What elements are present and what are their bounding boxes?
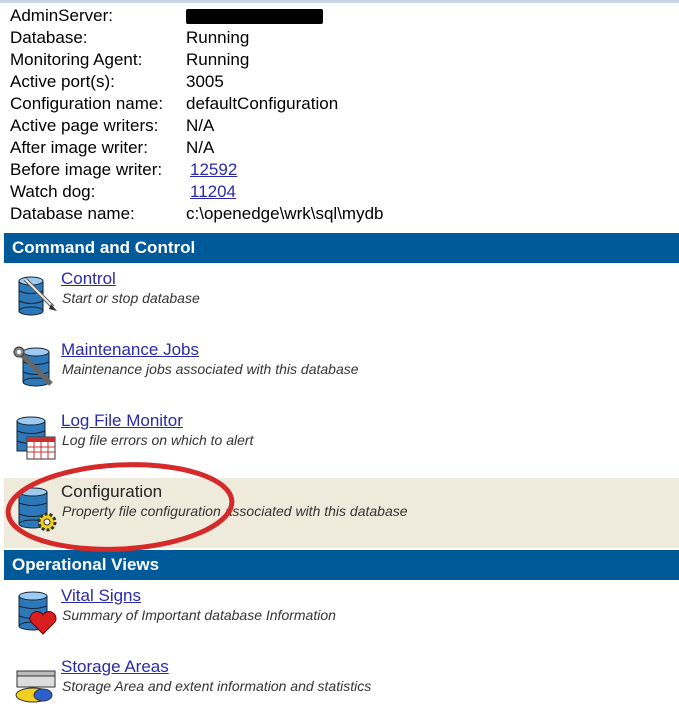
property-label: Database name:	[10, 204, 135, 223]
storage-disk-icon	[15, 670, 56, 703]
property-label: Active page writers:	[10, 116, 159, 135]
property-label: Watch dog:	[10, 182, 96, 201]
item-description: Log file errors on which to alert	[62, 432, 254, 448]
property-value: N/A	[186, 138, 215, 157]
redacted-value	[186, 9, 323, 25]
property-row: AdminServer:	[10, 5, 384, 27]
control-link[interactable]: Control	[61, 268, 116, 290]
property-row: Monitoring Agent: Running	[10, 49, 384, 71]
property-value: c:\openedge\wrk\sql\mydb	[186, 204, 384, 223]
property-value: defaultConfiguration	[186, 94, 339, 113]
maintenance-jobs-link[interactable]: Maintenance Jobs	[61, 339, 199, 361]
property-row: Database: Running	[10, 27, 384, 49]
section-header-operational-views: Operational Views	[4, 550, 679, 580]
property-label: Active port(s):	[10, 72, 115, 91]
database-heart-icon	[18, 591, 57, 635]
watch-dog-link[interactable]: 11204	[186, 182, 240, 201]
property-row: Database name: c:\openedge\wrk\sql\mydb	[10, 203, 384, 225]
property-row: Active page writers: N/A	[10, 115, 384, 137]
property-row: Watch dog: 11204	[10, 181, 384, 203]
property-value: 3005	[186, 72, 224, 91]
property-label: Database:	[10, 28, 88, 47]
property-row: After image writer: N/A	[10, 137, 384, 159]
property-label: Monitoring Agent:	[10, 50, 143, 69]
database-gear-icon	[18, 487, 57, 532]
database-pen-icon	[18, 276, 57, 316]
item-description: Property file configuration associated w…	[62, 503, 408, 519]
before-image-writer-link[interactable]: 12592	[186, 160, 241, 179]
menu-item-storage-areas[interactable]: Storage Areas Storage Area and extent in…	[4, 653, 679, 723]
item-description: Storage Area and extent information and …	[62, 678, 372, 694]
property-value	[186, 5, 323, 27]
property-label: Configuration name:	[10, 94, 164, 113]
section-header-command-and-control: Command and Control	[4, 233, 679, 263]
configuration-title[interactable]: Configuration	[61, 481, 162, 503]
item-description: Maintenance jobs associated with this da…	[62, 361, 359, 377]
property-row: Active port(s): 3005	[10, 71, 384, 93]
database-wrench-icon	[13, 346, 53, 387]
menu-item-control[interactable]: Control Start or stop database	[4, 265, 679, 335]
property-value: Running	[186, 28, 250, 47]
property-label: Before image writer:	[10, 160, 163, 179]
property-value: N/A	[186, 116, 215, 135]
property-row: Configuration name: defaultConfiguration	[10, 93, 384, 115]
top-rule	[0, 0, 679, 3]
database-properties: AdminServer: Database: Running Monitorin…	[10, 5, 384, 225]
vital-signs-link[interactable]: Vital Signs	[61, 585, 141, 607]
menu-item-log-file-monitor[interactable]: Log File Monitor Log file errors on whic…	[4, 407, 679, 477]
database-calendar-icon	[16, 416, 56, 460]
menu-item-configuration[interactable]: Configuration Property file configuratio…	[4, 478, 679, 548]
property-label: AdminServer:	[10, 6, 113, 25]
storage-areas-link[interactable]: Storage Areas	[61, 656, 169, 678]
item-description: Start or stop database	[62, 290, 200, 306]
menu-item-maintenance-jobs[interactable]: Maintenance Jobs Maintenance jobs associ…	[4, 336, 679, 406]
property-label: After image writer:	[10, 138, 148, 157]
property-row: Before image writer: 12592	[10, 159, 384, 181]
property-value: Running	[186, 50, 250, 69]
log-file-monitor-link[interactable]: Log File Monitor	[61, 410, 183, 432]
menu-item-vital-signs[interactable]: Vital Signs Summary of Important databas…	[4, 582, 679, 652]
item-description: Summary of Important database Informatio…	[62, 607, 336, 623]
